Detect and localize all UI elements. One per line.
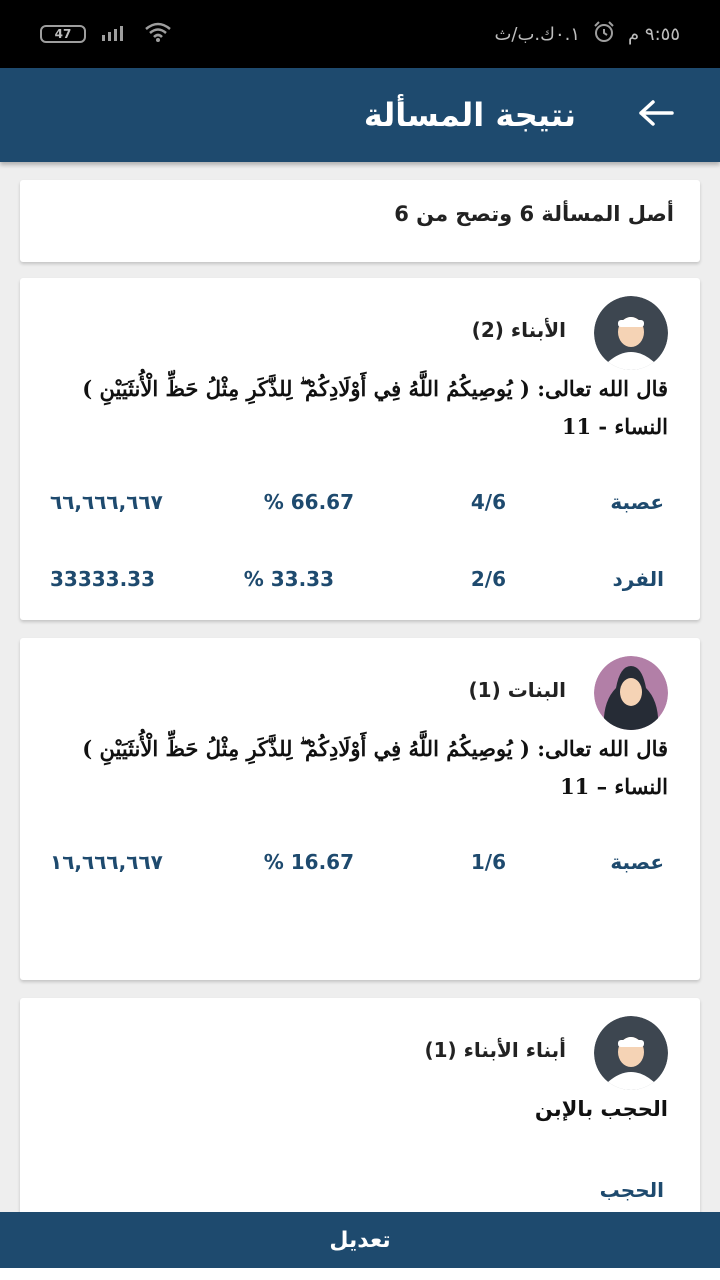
share-percent: % 33.33 [243,567,334,591]
network-speed: ٠.١ك.ب/ث [494,23,581,45]
share-row: الفرد 2/6 % 33.33 33333.33 [50,567,664,597]
signal-icon [102,23,128,46]
nav-strip [0,1268,720,1280]
share-amount: ٦٦,٦٦٦,٦٦٧ [50,490,163,514]
arrow-back-icon [638,99,674,131]
share-row: عصبة 1/6 % 16.67 ١٦,٦٦٦,٦٦٧ [50,850,664,880]
quran-quote: قال الله تعالى: ( يُوصِيكُمُ اللَّهُ فِي… [82,376,668,439]
edit-button[interactable]: تعديل [0,1212,720,1268]
heir-name: الأبناء (2) [471,318,566,342]
blocking-status: الحجب [599,1178,664,1202]
share-type: الفرد [612,567,664,591]
female-avatar-icon [594,656,668,730]
blocking-note: الحجب بالإبن [534,1097,668,1121]
male-avatar-icon [594,296,668,370]
quran-quote: قال الله تعالى: ( يُوصِيكُمُ اللَّهُ فِي… [82,736,668,799]
share-percent: % 66.67 [263,490,354,514]
status-bar: 47 ٩:٥٥ م ٠.١ك.ب/ث [0,0,720,68]
heir-header: أبناء الأبناء (1) [424,1016,668,1090]
share-fraction: 4/6 [470,490,506,514]
heir-card: أبناء الأبناء (1) الحجب بالإبن الحجب [20,998,700,1238]
page-title: نتيجة المسألة [363,96,576,134]
status-left: 47 [40,21,172,48]
battery-icon: 47 [40,25,86,43]
share-row: عصبة 4/6 % 66.67 ٦٦,٦٦٦,٦٦٧ [50,490,664,520]
wifi-icon [144,21,172,48]
share-type: عصبة [610,490,664,514]
alarm-icon [592,20,616,49]
back-button[interactable] [636,95,676,135]
heir-name: أبناء الأبناء (1) [424,1038,566,1062]
app-bar: نتيجة المسألة [0,68,720,162]
share-fraction: 2/6 [470,567,506,591]
share-fraction: 1/6 [470,850,506,874]
status-time: ٩:٥٥ م [628,23,680,45]
share-amount: ١٦,٦٦٦,٦٦٧ [50,850,163,874]
share-type: عصبة [610,850,664,874]
heir-header: الأبناء (2) [472,296,668,370]
status-right: ٩:٥٥ م ٠.١ك.ب/ث [494,20,680,49]
origin-text: أصل المسألة 6 وتصح من 6 [394,202,674,226]
heir-header: البنات (1) [469,656,668,730]
share-percent: % 16.67 [263,850,354,874]
origin-card: أصل المسألة 6 وتصح من 6 [20,180,700,262]
share-row: الحجب [50,1178,664,1208]
heir-card: البنات (1) قال الله تعالى: ( يُوصِيكُمُ … [20,638,700,980]
male-avatar-icon [594,1016,668,1090]
heir-name: البنات (1) [468,678,566,702]
heir-card: الأبناء (2) قال الله تعالى: ( يُوصِيكُمُ… [20,278,700,620]
share-amount: 33333.33 [50,567,156,591]
